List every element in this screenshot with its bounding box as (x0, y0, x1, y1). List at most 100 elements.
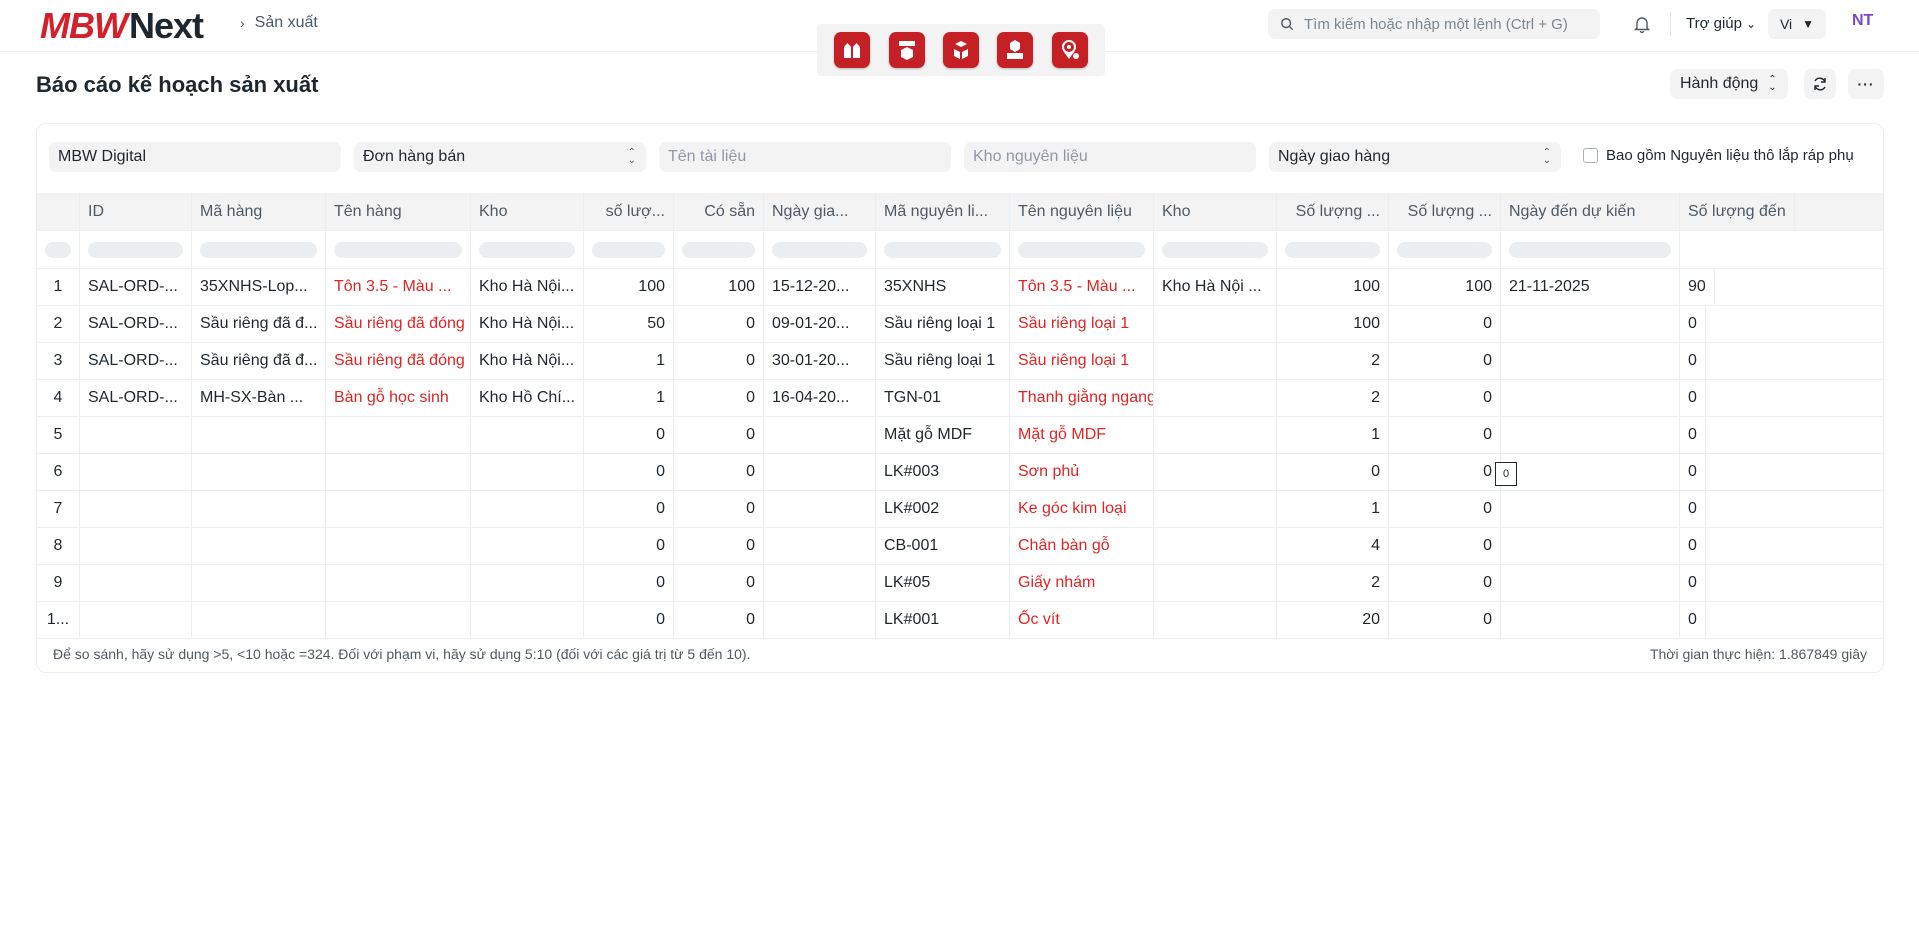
table-cell[interactable]: 4 (1277, 528, 1389, 564)
table-row[interactable]: 6 0 0 LK#003 Sơn phủ 0 0 0 0 (37, 454, 1883, 491)
column-header[interactable]: số lượ... (584, 193, 674, 230)
table-cell[interactable]: 0 (1389, 491, 1501, 527)
company-filter[interactable]: MBW Digital (49, 142, 341, 172)
table-cell[interactable]: Sầu riêng đã đóng (326, 306, 471, 342)
table-cell[interactable]: 0 (1680, 306, 1706, 342)
table-cell[interactable]: 0 (1680, 491, 1706, 527)
table-cell[interactable] (1501, 343, 1680, 379)
column-filter-input[interactable] (1162, 241, 1268, 258)
table-row[interactable]: 1... 0 0 LK#001 Ốc vít 20 0 0 (37, 602, 1883, 639)
table-row[interactable]: 9 0 0 LK#05 Giấy nhám 2 0 0 (37, 565, 1883, 602)
table-cell[interactable]: Kho Hồ Chí... (471, 380, 584, 416)
table-cell[interactable]: Kho Hà Nội... (471, 343, 584, 379)
table-cell[interactable]: 0 (584, 454, 674, 490)
table-cell[interactable]: 2 (1277, 565, 1389, 601)
help-dropdown[interactable]: Trợ giúp ⌄ (1686, 15, 1756, 32)
table-cell[interactable]: 2 (1277, 380, 1389, 416)
column-filter-input[interactable] (1018, 241, 1145, 258)
table-cell[interactable]: SAL-ORD-... (80, 343, 192, 379)
column-header[interactable]: Số lượng ... (1277, 193, 1389, 230)
table-cell[interactable]: Sơn phủ (1010, 454, 1154, 490)
table-cell[interactable]: LK#001 (876, 602, 1010, 638)
table-cell[interactable]: 1 (1277, 417, 1389, 453)
table-cell[interactable] (764, 454, 876, 490)
search-bar[interactable] (1268, 9, 1600, 39)
table-cell[interactable]: Bàn gỗ học sinh (326, 380, 471, 416)
table-cell[interactable]: 100 (1389, 269, 1501, 305)
raw-warehouse-filter[interactable]: Kho nguyên liệu (964, 142, 1256, 172)
table-cell[interactable]: Sầu riêng loại 1 (876, 306, 1010, 342)
column-header[interactable]: Mã nguyên li... (876, 193, 1010, 230)
table-cell[interactable]: 0 (1389, 602, 1501, 638)
table-cell[interactable] (1154, 454, 1277, 490)
table-cell[interactable]: 0 (674, 528, 764, 564)
table-cell[interactable]: 09-01-20... (764, 306, 876, 342)
table-cell[interactable]: Mặt gỗ MDF (1010, 417, 1154, 453)
table-cell[interactable] (80, 491, 192, 527)
column-header[interactable]: Ngày đến dự kiến (1501, 193, 1680, 230)
table-cell[interactable]: 50 (584, 306, 674, 342)
column-filter-input[interactable] (884, 241, 1001, 258)
table-cell[interactable]: 0 (674, 380, 764, 416)
table-cell[interactable] (1501, 454, 1680, 490)
table-cell[interactable]: 0 (1389, 343, 1501, 379)
location-icon[interactable] (1051, 32, 1088, 68)
table-cell[interactable] (471, 454, 584, 490)
table-cell[interactable] (326, 565, 471, 601)
table-cell[interactable]: 0 (584, 491, 674, 527)
table-row[interactable]: 8 0 0 CB-001 Chân bàn gỗ 4 0 0 (37, 528, 1883, 565)
table-cell[interactable]: Mặt gỗ MDF (876, 417, 1010, 453)
table-cell[interactable] (326, 454, 471, 490)
table-cell[interactable]: 0 (1389, 565, 1501, 601)
column-filter-input[interactable] (334, 241, 462, 258)
table-cell[interactable] (326, 491, 471, 527)
table-cell[interactable] (1501, 417, 1680, 453)
table-cell[interactable]: 2 (1277, 343, 1389, 379)
column-filter-input[interactable] (45, 241, 71, 258)
production-plan-icon[interactable] (888, 32, 925, 68)
table-cell[interactable] (1501, 528, 1680, 564)
table-cell[interactable] (80, 528, 192, 564)
table-cell[interactable] (80, 454, 192, 490)
table-cell[interactable]: 100 (1277, 306, 1389, 342)
table-cell[interactable] (471, 528, 584, 564)
table-cell[interactable] (80, 565, 192, 601)
table-cell[interactable] (471, 417, 584, 453)
table-cell[interactable]: 20 (1277, 602, 1389, 638)
table-cell[interactable]: 0 (584, 602, 674, 638)
table-cell[interactable] (1154, 491, 1277, 527)
table-cell[interactable]: Sầu riêng đã đ... (192, 306, 326, 342)
table-cell[interactable]: Sầu riêng loại 1 (1010, 343, 1154, 379)
table-cell[interactable] (1501, 602, 1680, 638)
column-filter-input[interactable] (1397, 241, 1492, 258)
table-cell[interactable]: 0 (584, 417, 674, 453)
table-cell[interactable]: 0 (1389, 454, 1501, 490)
column-header[interactable]: Tên nguyên liệu (1010, 193, 1154, 230)
table-cell[interactable]: 0 (1680, 343, 1706, 379)
column-filter-input[interactable] (200, 241, 317, 258)
table-cell[interactable] (192, 528, 326, 564)
machine-icon[interactable] (997, 32, 1034, 68)
table-cell[interactable] (192, 454, 326, 490)
table-cell[interactable] (1154, 343, 1277, 379)
table-cell[interactable]: Ke góc kim loại (1010, 491, 1154, 527)
table-cell[interactable]: 100 (1277, 269, 1389, 305)
column-header[interactable]: Ngày gia... (764, 193, 876, 230)
app-logo[interactable]: MBW Next (40, 5, 204, 46)
table-cell[interactable] (764, 565, 876, 601)
table-cell[interactable] (1501, 565, 1680, 601)
table-cell[interactable]: 35XNHS-Lop... (192, 269, 326, 305)
doc-type-select[interactable]: Đơn hàng bán ⌃ ⌄ (354, 142, 646, 172)
table-row[interactable]: 1 SAL-ORD-... 35XNHS-Lop... Tôn 3.5 - Màu .… (37, 269, 1883, 306)
table-cell[interactable] (764, 491, 876, 527)
column-filter-input[interactable] (1285, 241, 1380, 258)
table-cell[interactable]: Sầu riêng loại 1 (1010, 306, 1154, 342)
table-cell[interactable] (80, 417, 192, 453)
column-header[interactable]: Mã hàng (192, 193, 326, 230)
table-cell[interactable]: Tôn 3.5 - Màu ... (1010, 269, 1154, 305)
column-filter-input[interactable] (1509, 241, 1671, 258)
table-cell[interactable]: 35XNHS (876, 269, 1010, 305)
table-cell[interactable]: LK#002 (876, 491, 1010, 527)
table-cell[interactable] (1154, 602, 1277, 638)
table-cell[interactable]: Sầu riêng loại 1 (876, 343, 1010, 379)
